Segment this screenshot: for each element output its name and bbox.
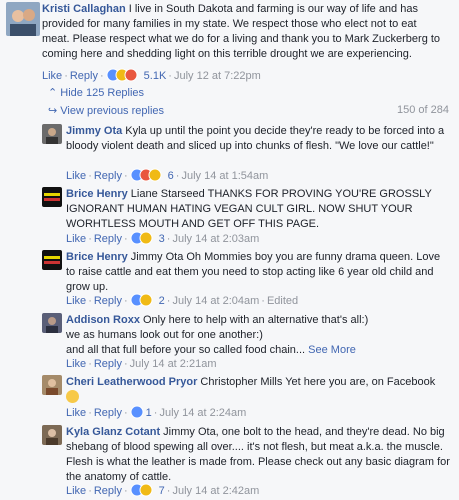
timestamp[interactable]: July 14 at 2:42am xyxy=(172,485,259,497)
reply-author[interactable]: Jimmy Ota xyxy=(66,125,122,137)
reply-text-line: Only here to help with an alternative th… xyxy=(142,314,369,326)
reply-arrow-icon: ↪ xyxy=(48,105,61,117)
like-link[interactable]: Like xyxy=(66,295,86,307)
view-previous-replies-link[interactable]: ↪ View previous replies xyxy=(48,104,164,117)
reply-text-line: and all that full before your so called … xyxy=(66,344,306,356)
reply-author[interactable]: Brice Henry xyxy=(66,251,128,263)
comment-actions: Like · Reply · 5.1K · July 12 at 7:22pm xyxy=(42,68,261,82)
reply-text: Kyla up until the point you decide they'… xyxy=(66,125,445,152)
reply-author[interactable]: Cheri Leatherwood Pryor xyxy=(66,376,197,388)
reaction-count[interactable]: 6 xyxy=(168,170,174,182)
reactions-icon[interactable] xyxy=(130,231,157,245)
hide-replies-link[interactable]: ⌃ Hide 125 Replies xyxy=(48,86,144,99)
reply-actions: Like · Reply · 3 · July 14 at 2:03am xyxy=(66,231,260,245)
reaction-count[interactable]: 3 xyxy=(159,233,165,245)
avatar[interactable] xyxy=(42,250,62,270)
reply-link[interactable]: Reply xyxy=(94,295,122,307)
avatar[interactable] xyxy=(6,2,40,36)
replies-count: 150 of 284 xyxy=(397,104,449,116)
reply-actions: Like · Reply · 7 · July 14 at 2:42am xyxy=(66,483,260,497)
reactions-icon[interactable] xyxy=(130,483,157,497)
timestamp[interactable]: July 12 at 7:22pm xyxy=(174,70,261,82)
reply-actions: Like · Reply · July 14 at 2:21am xyxy=(66,358,217,370)
reply-link[interactable]: Reply xyxy=(94,233,122,245)
like-link[interactable]: Like xyxy=(66,170,86,182)
like-reaction-icon[interactable] xyxy=(130,405,144,419)
reactions-icon[interactable] xyxy=(130,293,157,307)
timestamp[interactable]: July 14 at 2:04am xyxy=(172,295,259,307)
reply-link[interactable]: Reply xyxy=(94,485,122,497)
reaction-count[interactable]: 2 xyxy=(159,295,165,307)
reply-text: Christopher Mills Yet here you are, on F… xyxy=(200,376,436,388)
reply-link[interactable]: Reply xyxy=(94,170,122,182)
reaction-count[interactable]: 7 xyxy=(159,485,165,497)
like-link[interactable]: Like xyxy=(66,358,86,370)
like-link[interactable]: Like xyxy=(66,233,86,245)
hide-replies-icon: ⌃ xyxy=(48,87,61,99)
timestamp[interactable]: July 14 at 2:03am xyxy=(172,233,259,245)
reply-author[interactable]: Addison Roxx xyxy=(66,314,140,326)
reply-actions: Like · Reply · 6 · July 14 at 1:54am xyxy=(66,168,269,182)
like-link[interactable]: Like xyxy=(42,70,62,82)
reply-author[interactable]: Brice Henry xyxy=(66,188,128,200)
reaction-count[interactable]: 1 xyxy=(146,407,152,419)
avatar[interactable] xyxy=(42,425,62,445)
reply-actions: Like · Reply · 1 · July 14 at 2:24am xyxy=(66,405,247,419)
timestamp[interactable]: July 14 at 1:54am xyxy=(181,170,268,182)
like-link[interactable]: Like xyxy=(66,407,86,419)
avatar[interactable] xyxy=(42,375,62,395)
wink-emoji-icon xyxy=(66,390,79,403)
comment-author[interactable]: Kristi Callaghan xyxy=(42,3,126,15)
like-link[interactable]: Like xyxy=(66,485,86,497)
avatar[interactable] xyxy=(42,313,62,333)
see-more-link[interactable]: See More xyxy=(308,344,356,356)
reaction-count[interactable]: 5.1K xyxy=(144,70,167,82)
edited-label[interactable]: Edited xyxy=(267,295,298,307)
timestamp[interactable]: July 14 at 2:24am xyxy=(159,407,246,419)
reply-text-line: we as humans look out for one another:) xyxy=(66,329,263,341)
reply-link[interactable]: Reply xyxy=(94,358,122,370)
reply-link[interactable]: Reply xyxy=(70,70,98,82)
reply-author[interactable]: Kyla Glanz Cotant xyxy=(66,426,160,438)
avatar[interactable] xyxy=(42,124,62,144)
reactions-icon[interactable] xyxy=(106,68,142,82)
reply-link[interactable]: Reply xyxy=(94,407,122,419)
timestamp[interactable]: July 14 at 2:21am xyxy=(130,358,217,370)
avatar[interactable] xyxy=(42,187,62,207)
reactions-icon[interactable] xyxy=(130,168,166,182)
reply-actions: Like · Reply · 2 · July 14 at 2:04am · Edited xyxy=(66,293,299,307)
